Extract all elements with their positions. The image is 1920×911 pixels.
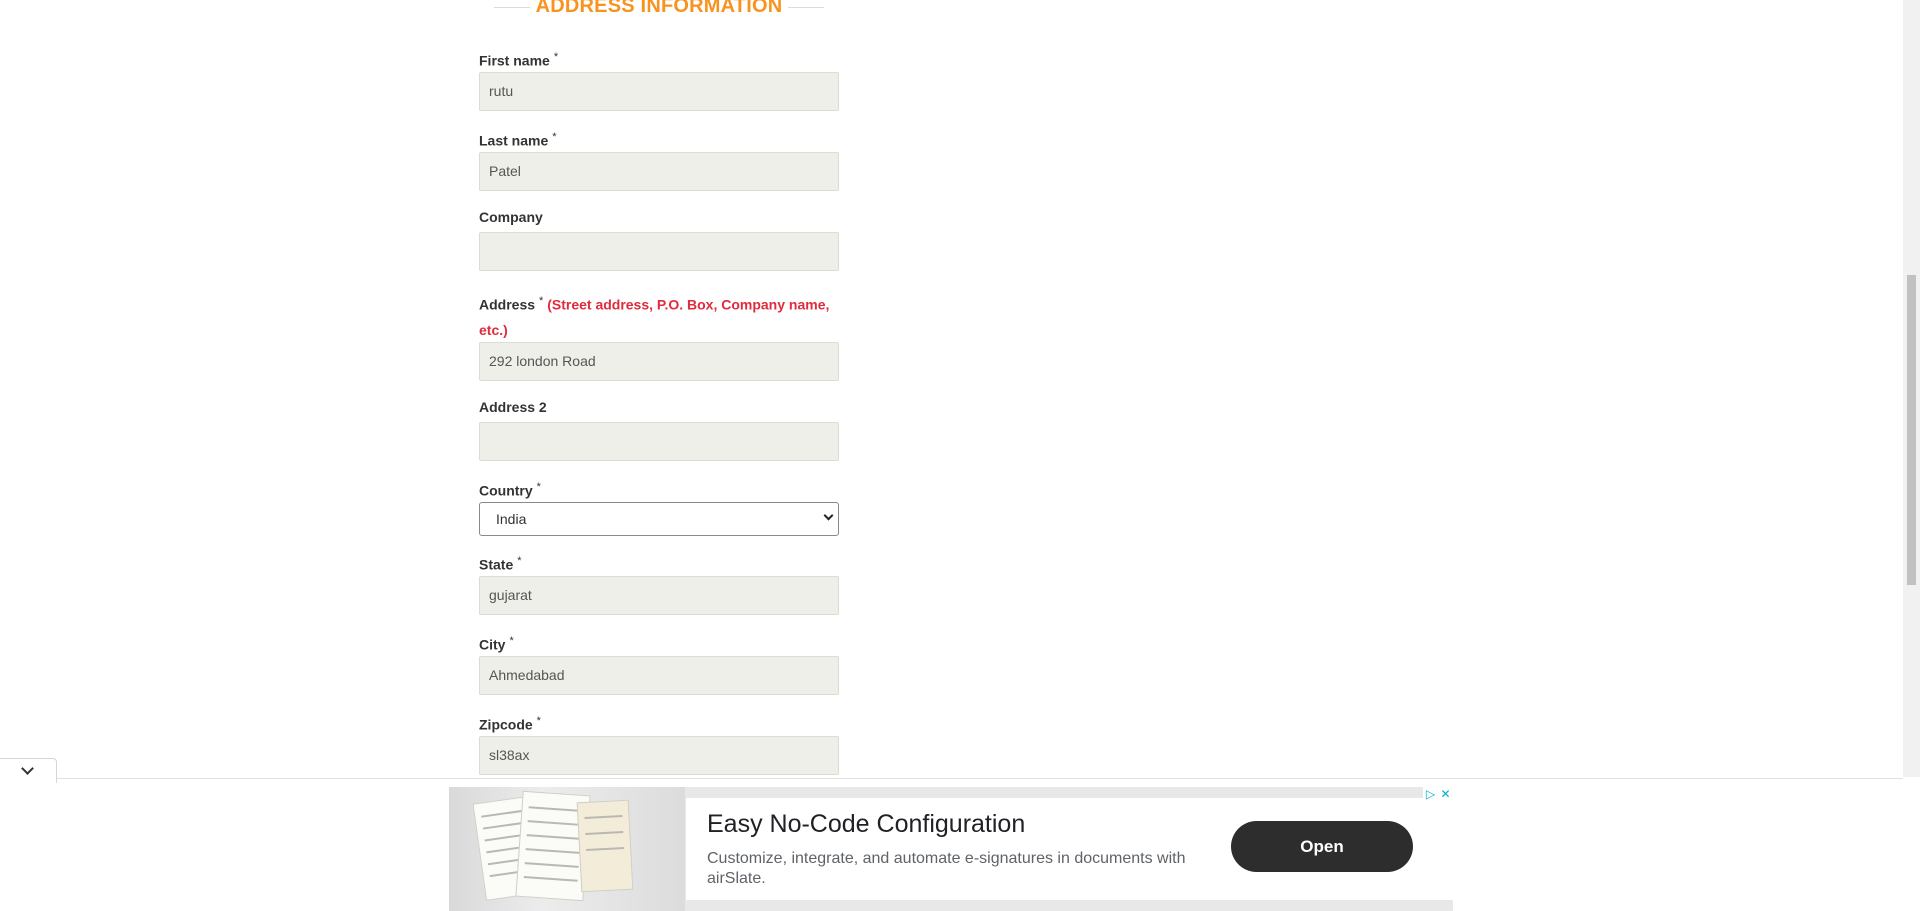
required-asterisk: *	[536, 481, 541, 493]
state-label-text: State	[479, 556, 514, 573]
first-name-label-text: First name	[479, 52, 550, 69]
required-asterisk: *	[553, 51, 559, 63]
ad-collapse-button[interactable]	[0, 758, 57, 783]
adchoices-icon[interactable]: ▷	[1423, 787, 1438, 802]
company-label-text: Company	[479, 209, 543, 225]
chevron-down-icon	[21, 762, 34, 775]
required-asterisk: *	[539, 295, 544, 307]
first-name-label: First name *	[479, 48, 558, 70]
zipcode-input[interactable]: sl38ax	[479, 736, 839, 775]
required-asterisk: *	[509, 635, 514, 647]
section-heading: ADDRESS INFORMATION	[479, 0, 839, 18]
company-input[interactable]	[479, 232, 839, 271]
address-label: Address * (Street address, P.O. Box, Comp…	[479, 289, 849, 343]
country-selected-value: India	[496, 511, 527, 527]
address-hint-cont: etc.)	[479, 321, 508, 338]
address-input[interactable]: 292 london Road	[479, 342, 839, 381]
state-label: State *	[479, 552, 522, 574]
address2-label-text: Address 2	[479, 399, 547, 415]
state-input[interactable]: gujarat	[479, 576, 839, 615]
ad-open-button[interactable]: Open	[1231, 821, 1413, 872]
required-asterisk: *	[552, 131, 557, 143]
company-label: Company	[479, 208, 543, 226]
first-name-input[interactable]: rutu	[479, 72, 839, 111]
ad-image	[449, 787, 685, 911]
last-name-label: Last name *	[479, 128, 557, 150]
ad-body: Customize, integrate, and automate e-sig…	[707, 850, 1186, 887]
address2-input[interactable]	[479, 422, 839, 461]
page-scrollbar[interactable]	[1903, 0, 1920, 777]
chevron-down-icon	[823, 510, 834, 521]
close-icon[interactable]: ✕	[1438, 787, 1453, 802]
adchoices[interactable]: ▷ ✕	[1423, 787, 1453, 802]
address2-label: Address 2	[479, 398, 547, 416]
city-label-text: City	[479, 636, 506, 653]
last-name-input[interactable]: Patel	[479, 152, 839, 191]
zipcode-label: Zipcode *	[479, 712, 541, 734]
city-label: City *	[479, 632, 514, 654]
document-graphic	[576, 799, 634, 893]
country-select[interactable]: India	[479, 502, 839, 536]
last-name-label-text: Last name	[479, 132, 549, 149]
scrollbar-thumb[interactable]	[1907, 275, 1916, 585]
city-input[interactable]: Ahmedabad	[479, 656, 839, 695]
required-asterisk: *	[536, 715, 541, 727]
ad-headline[interactable]: Easy No-Code Configuration	[707, 810, 1025, 839]
ad-banner[interactable]: Easy No-Code Configuration Customize, in…	[449, 787, 1453, 911]
required-asterisk: *	[517, 555, 522, 567]
section-title: ADDRESS INFORMATION	[535, 0, 783, 17]
address-hint: (Street address, P.O. Box, Company name,	[547, 296, 830, 313]
ad-card[interactable]: Easy No-Code Configuration Customize, in…	[686, 798, 1453, 900]
country-label-text: Country	[479, 482, 533, 499]
address-label-text: Address	[479, 296, 536, 313]
zipcode-label-text: Zipcode	[479, 716, 533, 733]
country-label: Country *	[479, 478, 541, 500]
